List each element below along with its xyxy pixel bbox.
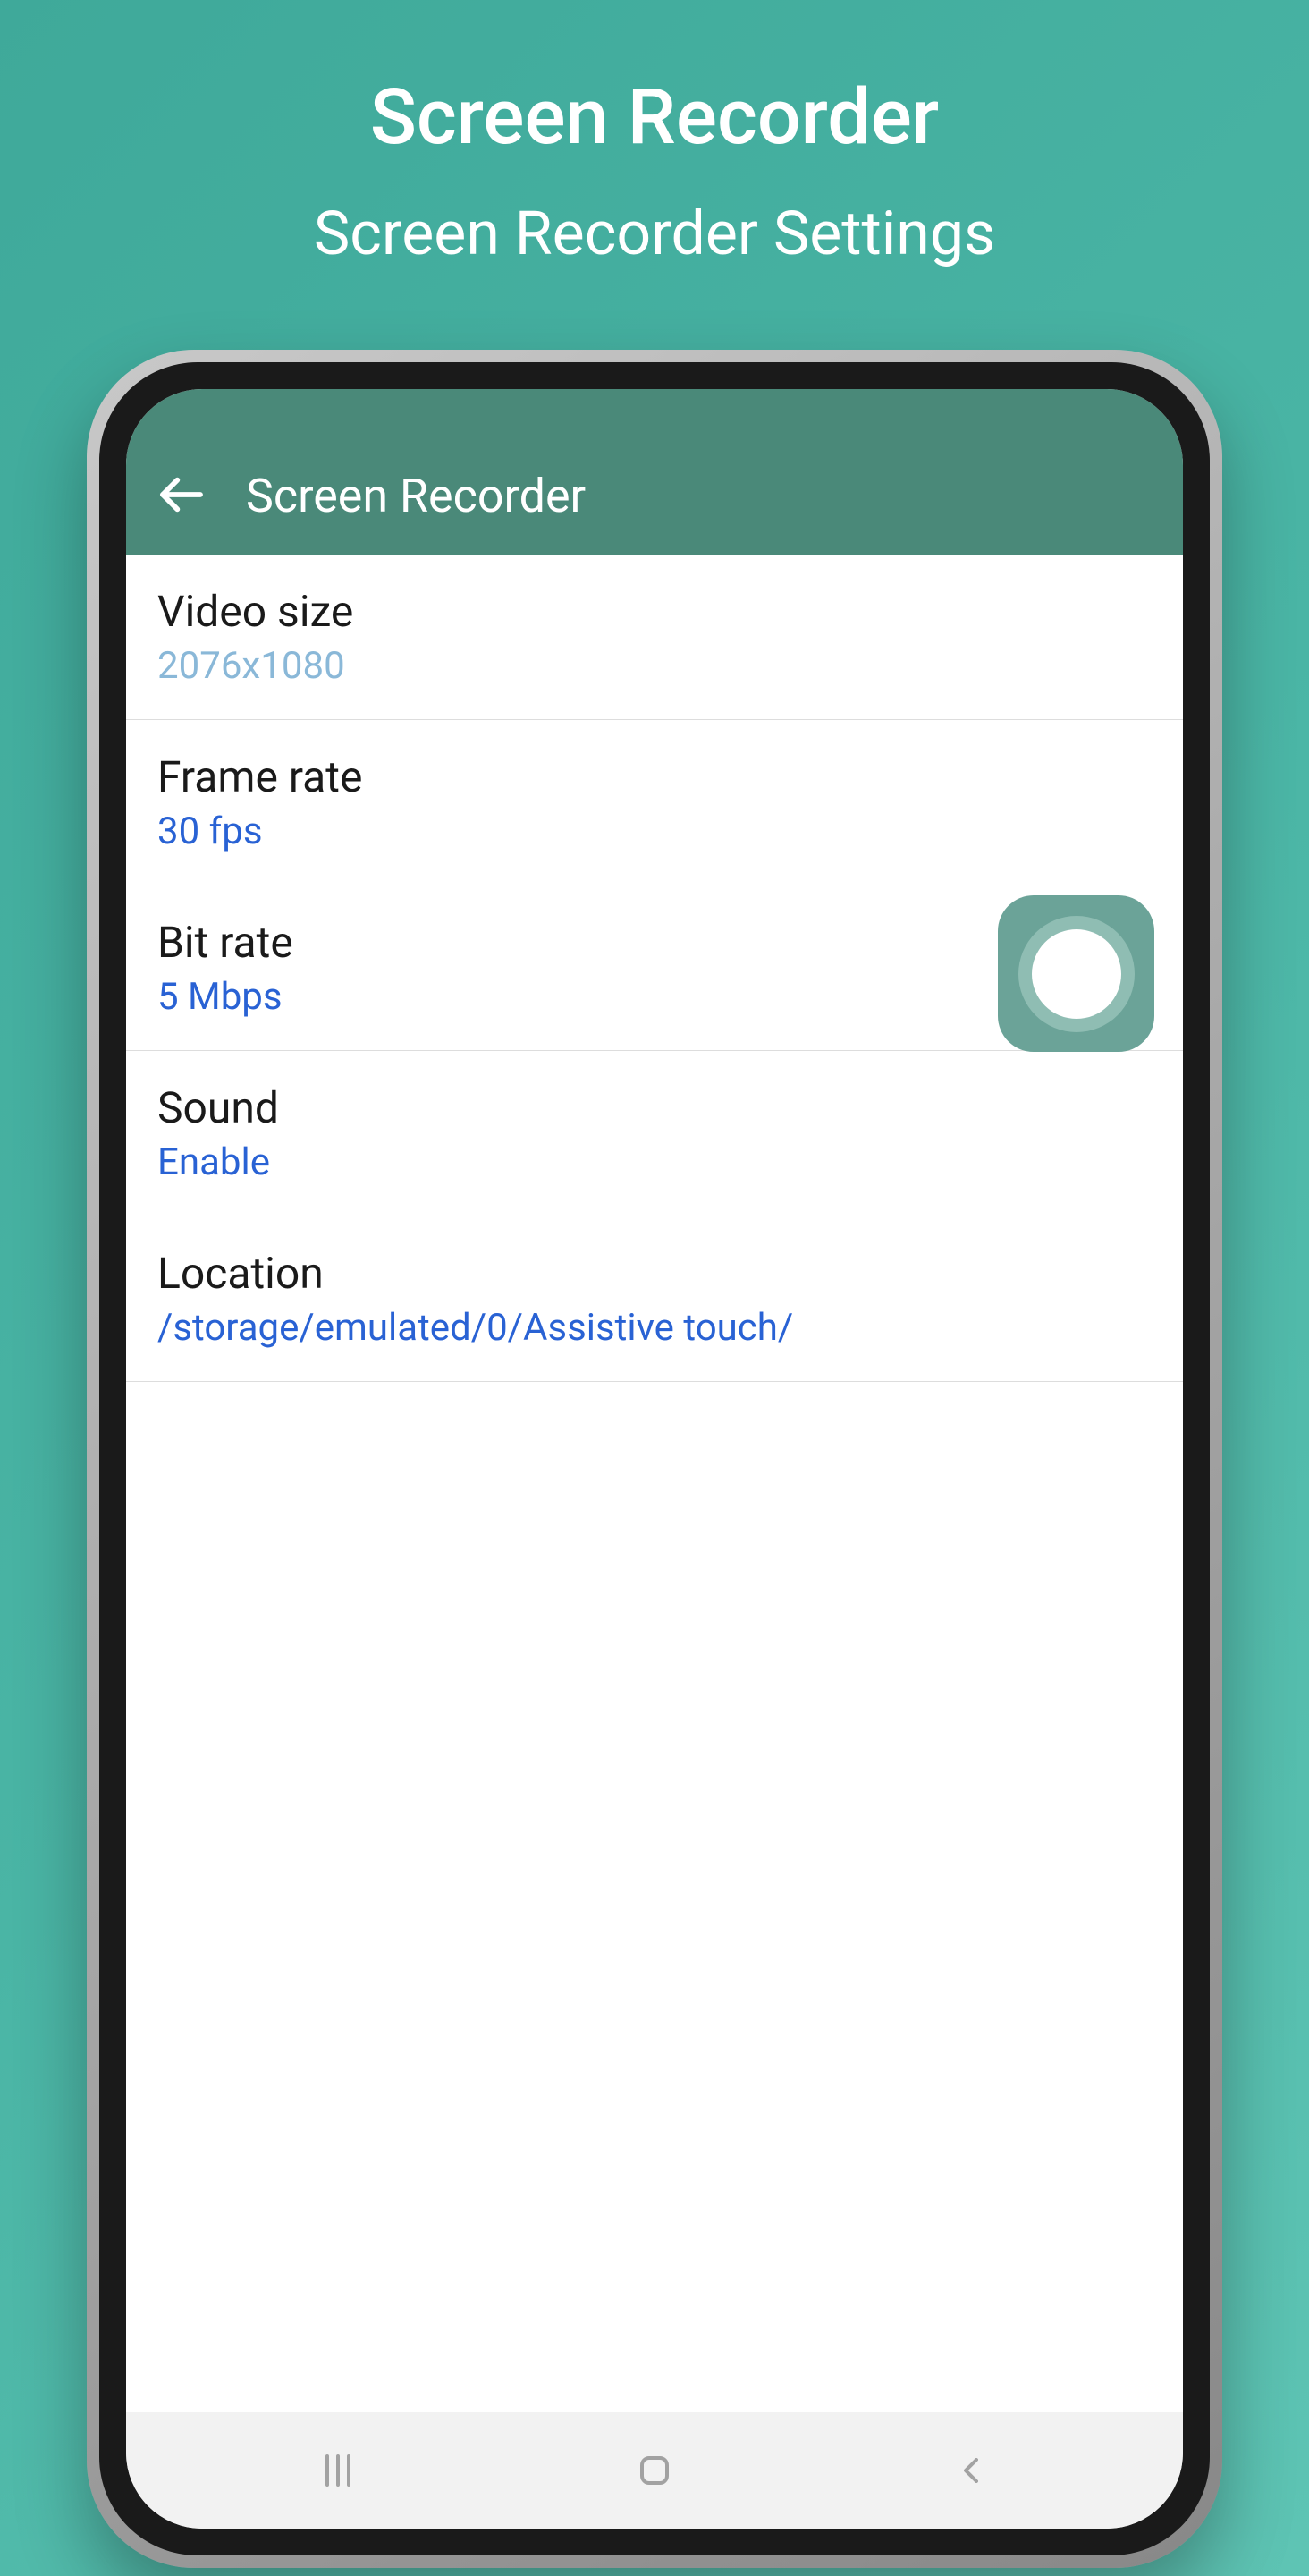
back-button[interactable] <box>153 466 210 523</box>
setting-label: Sound <box>157 1082 1152 1133</box>
phone-inner: Screen Recorder Video size 2076x1080 Fra… <box>99 362 1210 2555</box>
setting-label: Frame rate <box>157 751 1152 802</box>
setting-video-size[interactable]: Video size 2076x1080 <box>126 555 1183 720</box>
nav-back-button[interactable] <box>926 2426 1016 2515</box>
promo-title: Screen Recorder <box>370 72 939 162</box>
home-icon <box>633 2449 676 2492</box>
setting-sound[interactable]: Sound Enable <box>126 1051 1183 1216</box>
phone-frame: Screen Recorder Video size 2076x1080 Fra… <box>87 350 1222 2568</box>
setting-value: /storage/emulated/0/Assistive touch/ <box>157 1306 1152 1350</box>
content-area <box>126 1382 1183 2412</box>
setting-value: 2076x1080 <box>157 644 1152 688</box>
settings-list: Video size 2076x1080 Frame rate 30 fps B… <box>126 555 1183 2412</box>
arrow-left-icon <box>156 470 207 520</box>
setting-location[interactable]: Location /storage/emulated/0/Assistive t… <box>126 1216 1183 1382</box>
chevron-left-icon <box>950 2449 992 2492</box>
app-header: Screen Recorder <box>126 389 1183 555</box>
nav-bar <box>126 2412 1183 2529</box>
assistive-touch-ring-outer <box>1018 916 1135 1032</box>
setting-value: Enable <box>157 1140 1152 1184</box>
recents-icon <box>317 2449 359 2492</box>
page-container: Screen Recorder Screen Recorder Settings… <box>0 0 1309 2576</box>
assistive-touch-button[interactable] <box>998 895 1154 1052</box>
header-title: Screen Recorder <box>246 469 586 523</box>
promo-subtitle: Screen Recorder Settings <box>314 198 995 269</box>
phone-screen: Screen Recorder Video size 2076x1080 Fra… <box>126 389 1183 2529</box>
nav-home-button[interactable] <box>610 2426 699 2515</box>
nav-recents-button[interactable] <box>293 2426 383 2515</box>
setting-value: 30 fps <box>157 809 1152 853</box>
assistive-touch-ring-inner <box>1032 929 1121 1019</box>
setting-label: Video size <box>157 586 1152 637</box>
setting-frame-rate[interactable]: Frame rate 30 fps <box>126 720 1183 886</box>
setting-label: Location <box>157 1248 1152 1299</box>
